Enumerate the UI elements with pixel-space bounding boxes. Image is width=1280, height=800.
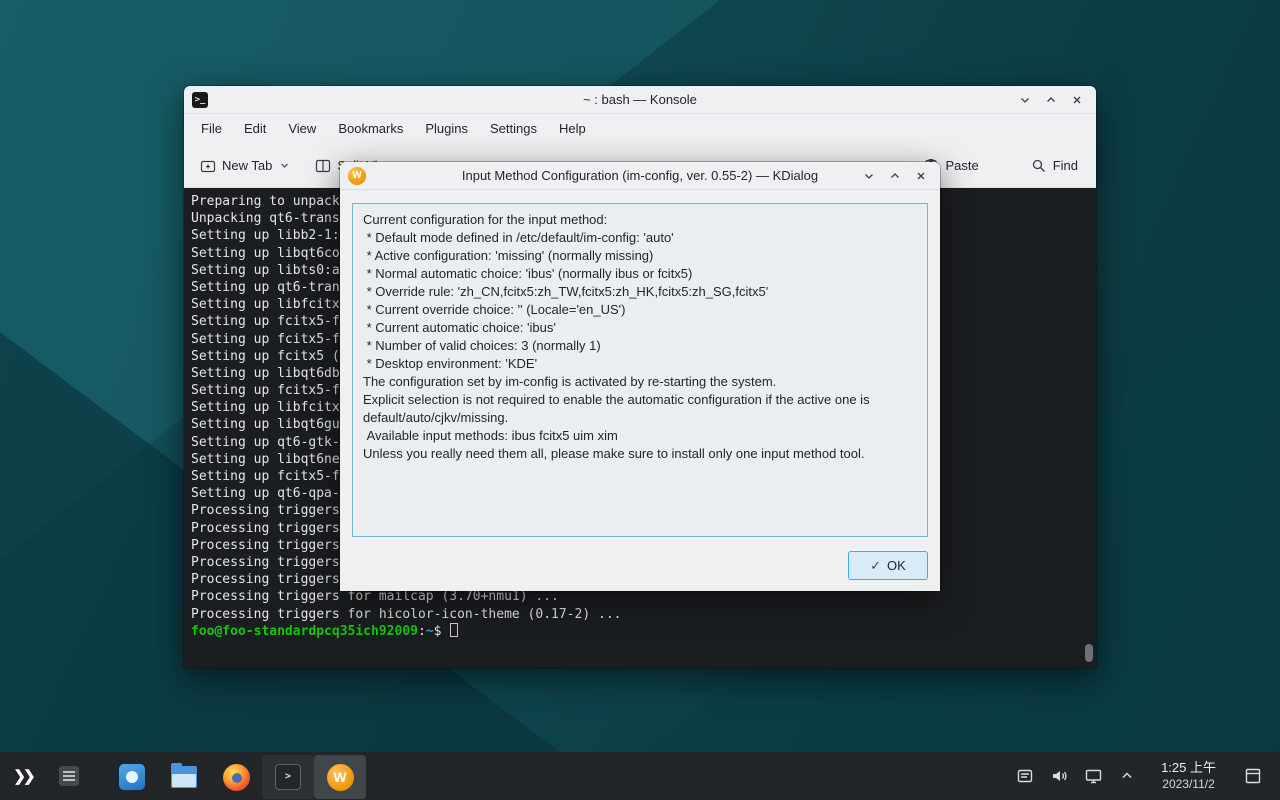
kdialog-message-area: Current configuration for the input meth… (352, 203, 928, 537)
message-line: * Number of valid choices: 3 (normally 1… (363, 337, 917, 355)
split-view-icon (315, 158, 331, 174)
konsole-window-title: ~ : bash — Konsole (184, 92, 1096, 107)
clock-time: 1:25 上午 (1161, 760, 1216, 776)
menu-item[interactable]: Settings (479, 114, 548, 144)
message-line: Available input methods: ibus fcitx5 uim… (363, 427, 917, 445)
menu-item[interactable]: Plugins (414, 114, 479, 144)
kdialog-app-icon: W (348, 167, 366, 185)
terminal-line: Processing triggers for hicolor-icon-the… (191, 606, 1096, 623)
taskbar-clock[interactable]: 1:25 上午 2023/11/2 (1151, 760, 1226, 791)
menu-item[interactable]: Edit (233, 114, 277, 144)
konsole-titlebar[interactable]: >_ ~ : bash — Konsole (184, 86, 1096, 114)
find-button[interactable]: Find (1031, 158, 1078, 174)
task-manager-icon (59, 766, 79, 786)
taskbar-app-blue[interactable] (106, 755, 158, 799)
konsole-window-controls (1016, 91, 1096, 109)
konsole-menubar: FileEditViewBookmarksPluginsSettingsHelp (184, 114, 1096, 144)
taskbar-konsole[interactable]: > (262, 755, 314, 799)
message-line: Unless you really need them all, please … (363, 445, 917, 463)
clock-date: 2023/11/2 (1161, 777, 1216, 792)
kdialog-window: W Input Method Configuration (im-config,… (340, 162, 940, 591)
message-line: * Default mode defined in /etc/default/i… (363, 229, 917, 247)
new-tab-label: New Tab (222, 158, 272, 173)
menu-item[interactable]: Bookmarks (327, 114, 414, 144)
message-line: Current configuration for the input meth… (363, 211, 917, 229)
app-launcher-button[interactable]: ❯❯ (0, 752, 46, 800)
terminal-scrollbar-thumb[interactable] (1085, 644, 1093, 662)
notifications-icon[interactable] (1015, 766, 1035, 786)
message-line: * Override rule: 'zh_CN,fcitx5:zh_TW,fci… (363, 283, 917, 301)
chevron-down-icon[interactable] (280, 158, 289, 173)
check-icon: ✓ (870, 558, 881, 574)
konsole-icon: > (275, 764, 301, 790)
maximize-icon[interactable] (1042, 91, 1060, 109)
taskbar-im-config[interactable]: W (314, 755, 366, 799)
app-icon-blue (119, 764, 145, 790)
find-label: Find (1053, 158, 1078, 173)
terminal-cursor (450, 623, 458, 637)
close-icon[interactable] (912, 167, 930, 185)
minimize-icon[interactable] (1016, 91, 1034, 109)
prompt-separator: : (418, 624, 426, 639)
menu-item[interactable]: File (190, 114, 233, 144)
maximize-icon[interactable] (886, 167, 904, 185)
message-line: * Active configuration: 'missing' (norma… (363, 247, 917, 265)
terminal-prompt-line: foo@foo-standardpcq35ich92009:~$ (191, 623, 1096, 640)
new-tab-button[interactable]: New Tab (200, 158, 289, 174)
message-line: The configuration set by im-config is ac… (363, 373, 917, 391)
show-desktop-button[interactable] (1240, 752, 1266, 800)
paste-label: Paste (945, 158, 978, 173)
kdialog-window-controls (860, 167, 940, 185)
kdialog-window-title: Input Method Configuration (im-config, v… (340, 168, 940, 183)
message-line: * Desktop environment: 'KDE' (363, 355, 917, 373)
menu-item[interactable]: View (277, 114, 327, 144)
taskbar: ❯❯ > W 1:25 上午 2023/11/2 (0, 752, 1280, 800)
taskbar-file-manager[interactable] (158, 755, 210, 799)
expand-tray-icon[interactable] (1117, 766, 1137, 786)
find-icon (1031, 158, 1047, 174)
toolbar-right-group: Paste Find (923, 158, 1078, 174)
konsole-app-icon: >_ (192, 92, 208, 108)
app-launcher-icon: ❯❯ (13, 767, 32, 785)
menu-item[interactable]: Help (548, 114, 597, 144)
taskbar-firefox[interactable] (210, 755, 262, 799)
show-desktop-icon (1244, 767, 1262, 785)
message-line: * Normal automatic choice: 'ibus' (norma… (363, 265, 917, 283)
kdialog-titlebar[interactable]: W Input Method Configuration (im-config,… (340, 162, 940, 190)
im-config-icon: W (327, 764, 354, 791)
ok-button-label: OK (887, 558, 906, 573)
task-manager-button[interactable] (46, 752, 92, 800)
volume-icon[interactable] (1049, 766, 1069, 786)
message-line: Explicit selection is not required to en… (363, 391, 917, 427)
firefox-icon (223, 764, 250, 791)
close-icon[interactable] (1068, 91, 1086, 109)
ok-button[interactable]: ✓ OK (848, 551, 928, 580)
system-tray: 1:25 上午 2023/11/2 (1015, 752, 1280, 800)
file-manager-icon (171, 766, 197, 788)
display-icon[interactable] (1083, 766, 1103, 786)
prompt-user-host: foo@foo-standardpcq35ich92009 (191, 624, 418, 639)
message-line: * Current override choice: '' (Locale='e… (363, 301, 917, 319)
new-tab-icon (200, 158, 216, 174)
prompt-path: ~ (426, 624, 434, 639)
prompt-dollar: $ (434, 624, 450, 639)
message-line: * Current automatic choice: 'ibus' (363, 319, 917, 337)
minimize-icon[interactable] (860, 167, 878, 185)
